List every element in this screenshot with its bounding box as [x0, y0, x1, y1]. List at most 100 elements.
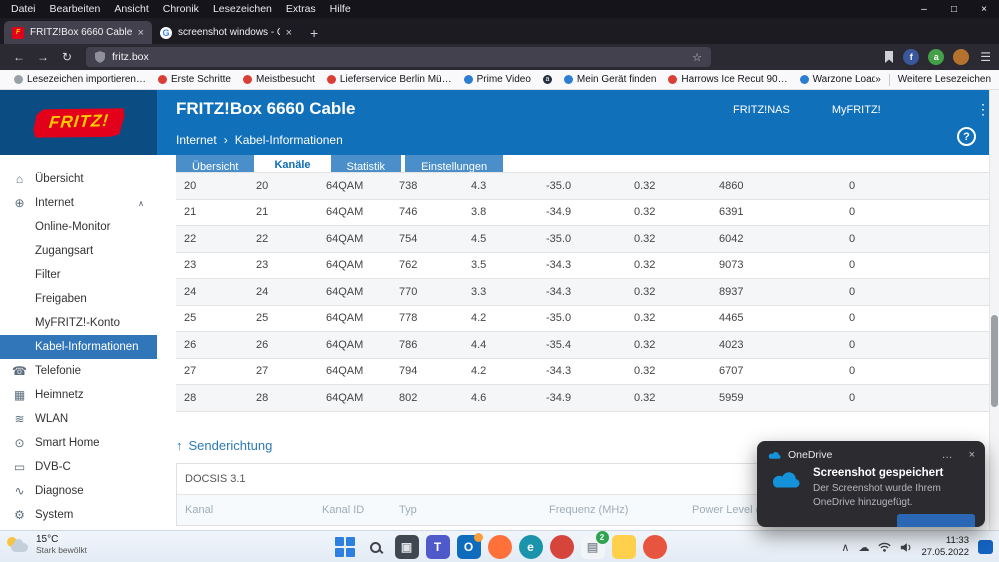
new-tab-button[interactable]: + — [310, 25, 318, 41]
sidebar-item-bersicht[interactable]: ⌂ Übersicht — [0, 167, 157, 191]
chat-app-icon[interactable]: ▣ — [394, 535, 419, 559]
menu-ansicht[interactable]: Ansicht — [107, 3, 155, 15]
bookmark-item[interactable]: Prime Video — [458, 74, 537, 85]
bookmark-item[interactable]: a — [537, 75, 558, 84]
table-cell: 0 — [849, 206, 856, 219]
weather-widget[interactable]: 15°C Stark bewölkt — [7, 534, 87, 555]
account-badge-icon[interactable]: a — [928, 49, 945, 65]
onedrive-tray-icon[interactable]: ☁ — [858, 541, 869, 554]
breadcrumb-section[interactable]: Internet — [176, 133, 217, 147]
sidebar-item-kabel-informationen[interactable]: Kabel-Informationen — [0, 335, 157, 359]
wifi-icon[interactable] — [878, 542, 892, 553]
table-cell: -34.3 — [546, 285, 572, 298]
sidebar-item-zugangsart[interactable]: Zugangsart — [0, 239, 157, 263]
system-tray: ∧ ☁ 11:33 27.05.2022 — [841, 531, 993, 562]
sidebar-item-filter[interactable]: Filter — [0, 263, 157, 287]
menu-datei[interactable]: Datei — [4, 3, 43, 15]
table-cell: 4860 — [719, 179, 744, 192]
menu-bearbeiten[interactable]: Bearbeiten — [43, 3, 108, 15]
back-button[interactable]: ← — [8, 50, 30, 64]
table-row: 26 26 64QAM 786 4.4 -35.4 0.32 4023 0 — [176, 332, 989, 359]
bookmark-label: Meistbesucht — [255, 74, 315, 85]
toast-action-button[interactable] — [897, 514, 975, 527]
scrollbar-thumb[interactable] — [991, 315, 998, 407]
menu-hilfe[interactable]: Hilfe — [323, 3, 358, 15]
kebab-menu-icon[interactable]: ⋮ — [976, 101, 990, 118]
maximize-button[interactable]: □ — [939, 4, 969, 15]
explorer-icon[interactable] — [611, 535, 636, 559]
table-cell: 0.32 — [634, 391, 656, 404]
sidebar-item-dvb-c[interactable]: ▭ DVB-C — [0, 455, 157, 479]
bookmark-item[interactable]: Mein Gerät finden — [558, 74, 663, 85]
table-cell: 0.32 — [634, 259, 656, 272]
column-header: Typ — [399, 503, 417, 516]
minimize-button[interactable]: – — [909, 4, 939, 15]
bookmark-star-icon[interactable]: ☆ — [692, 51, 702, 64]
sidebar-item-diagnose[interactable]: ∿ Diagnose — [0, 479, 157, 503]
window-controls: – □ × — [909, 0, 999, 18]
menu-lesezeichen[interactable]: Lesezeichen — [206, 3, 279, 15]
tab-close-icon[interactable]: × — [138, 27, 144, 39]
table-cell: 64QAM — [326, 232, 364, 245]
menu-icon[interactable]: ☰ — [980, 50, 991, 64]
notes-icon[interactable]: ▤ 2 — [580, 531, 609, 559]
firefox-icon[interactable] — [487, 535, 512, 559]
app-red-icon[interactable] — [549, 535, 574, 559]
menu-extras[interactable]: Extras — [279, 3, 323, 15]
notification-center-badge[interactable] — [978, 540, 993, 554]
bookmark-item[interactable]: Erste Schritte — [152, 74, 237, 85]
teams-icon[interactable]: T — [425, 535, 450, 559]
outlook-icon[interactable]: O — [456, 533, 483, 559]
table-cell: 0 — [849, 232, 856, 245]
menu-chronik[interactable]: Chronik — [156, 3, 206, 15]
pocket-icon[interactable] — [884, 51, 894, 63]
toast-close-icon[interactable]: × — [969, 449, 975, 461]
chevron-up-icon[interactable]: ∧ — [841, 541, 849, 554]
clock[interactable]: 11:33 27.05.2022 — [921, 535, 969, 560]
bookmark-item[interactable]: Harrows Ice Recut 90… — [662, 74, 793, 85]
column-header: Frequenz (MHz) — [549, 503, 629, 516]
chevron-up-icon: ∧ — [138, 198, 144, 208]
app-orange-icon[interactable] — [642, 535, 667, 559]
toolbar-right: fa ☰ — [884, 49, 991, 65]
sidebar-item-telefonie[interactable]: ☎ Telefonie — [0, 359, 157, 383]
start-button[interactable] — [333, 535, 357, 559]
url-bar[interactable]: fritz.box ☆ — [86, 47, 711, 67]
bookmark-item[interactable]: Meistbesucht — [237, 74, 321, 85]
scrollbar[interactable] — [989, 90, 999, 530]
bookmark-item[interactable]: Lesezeichen importieren… — [8, 74, 152, 85]
table-cell: 27 — [256, 365, 269, 378]
bookmark-item[interactable]: Warzone Loadout - W… — [794, 74, 875, 85]
sidebar-item-internet[interactable]: ⊕ Internet ∧ — [0, 191, 157, 215]
table-cell: 64QAM — [326, 338, 364, 351]
sidebar-item-myfritz-konto[interactable]: MyFRITZ!-Konto — [0, 311, 157, 335]
sidebar-item-system[interactable]: ⚙ System — [0, 503, 157, 527]
myfritz-link[interactable]: MyFRITZ! — [832, 104, 881, 116]
bookmarks-overflow-icon[interactable]: » — [875, 74, 881, 85]
reload-button[interactable]: ↻ — [56, 50, 78, 64]
edge-icon[interactable]: e — [518, 535, 543, 559]
sidebar-item-wlan[interactable]: ≋ WLAN — [0, 407, 157, 431]
help-button[interactable]: ? — [957, 127, 976, 146]
fritz-logo: FRITZ! — [32, 106, 125, 139]
more-bookmarks-button[interactable]: Weitere Lesezeichen — [898, 74, 991, 85]
sidebar-item-heimnetz[interactable]: ▦ Heimnetz — [0, 383, 157, 407]
fritznas-link[interactable]: FRITZ!NAS — [733, 104, 790, 116]
sidebar-item-online-monitor[interactable]: Online-Monitor — [0, 215, 157, 239]
bookmark-item[interactable]: Lieferservice Berlin Mü… — [321, 74, 458, 85]
browser-tab-fritzbox[interactable]: F FRITZ!Box 6660 Cable × — [4, 21, 152, 44]
forward-button[interactable]: → — [32, 50, 54, 64]
account-badge-icon[interactable] — [953, 49, 970, 65]
volume-icon[interactable] — [900, 542, 912, 553]
table-cell: 20 — [184, 179, 197, 192]
close-button[interactable]: × — [969, 4, 999, 15]
sidebar-item-freigaben[interactable]: Freigaben — [0, 287, 157, 311]
tab-close-icon[interactable]: × — [286, 27, 292, 39]
search-button[interactable] — [364, 535, 388, 559]
sidebar-item-label: Internet — [35, 197, 74, 209]
browser-tab-google[interactable]: G screenshot windows - Google S × — [152, 21, 300, 44]
sidebar-item-label: Smart Home — [35, 437, 100, 449]
account-badge-icon[interactable]: f — [903, 49, 920, 65]
sidebar-item-smart-home[interactable]: ⊙ Smart Home — [0, 431, 157, 455]
toast-more-icon[interactable]: … — [942, 449, 953, 461]
